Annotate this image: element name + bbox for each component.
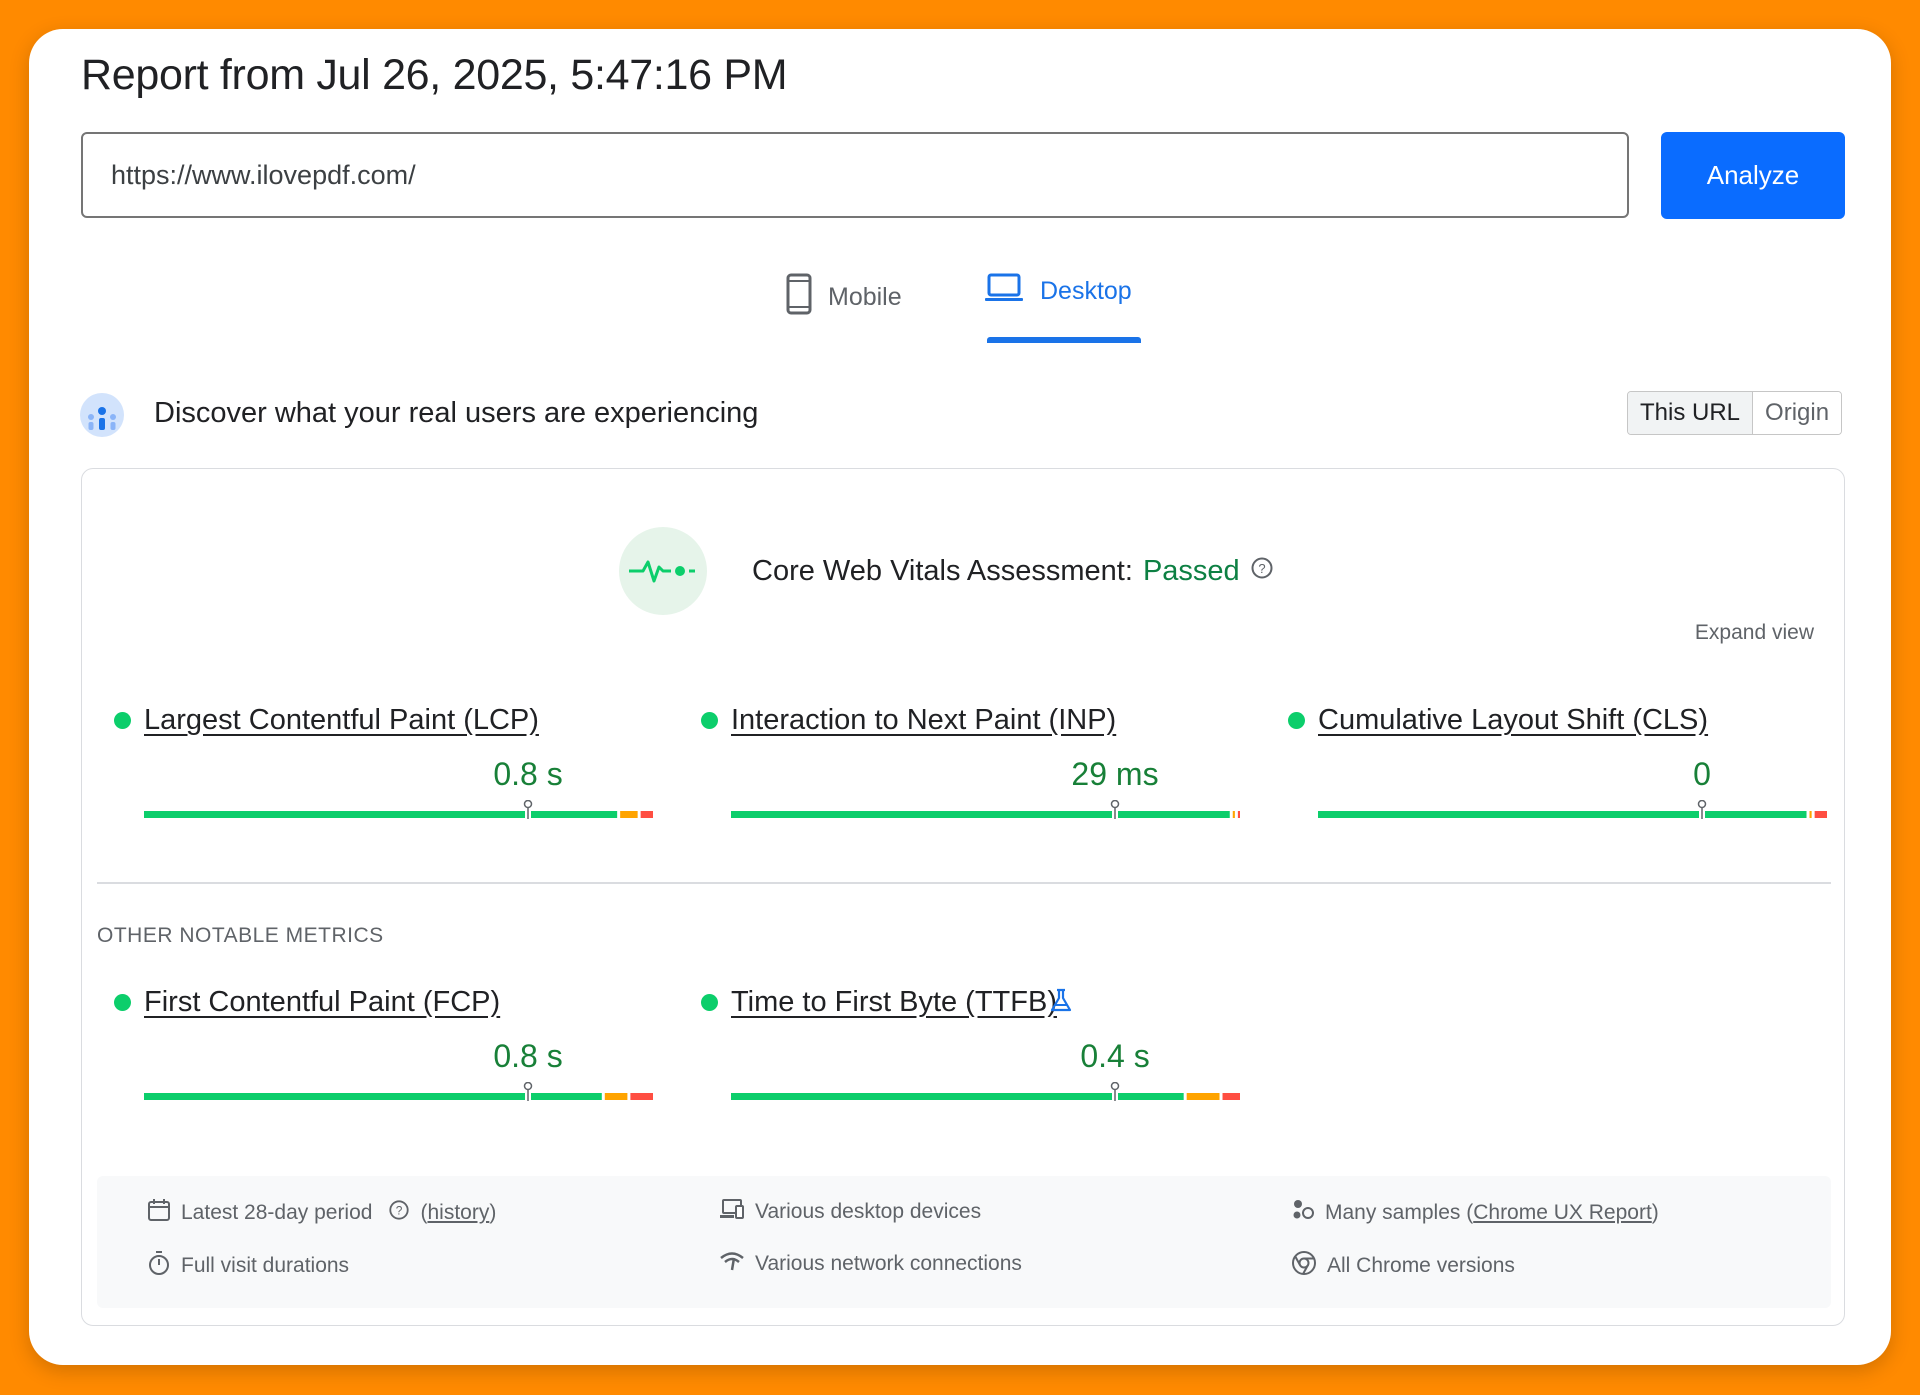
tab-mobile-label: Mobile xyxy=(828,283,902,311)
period-info: Latest 28-day period ? (history) xyxy=(147,1198,496,1228)
tab-desktop-label: Desktop xyxy=(1040,277,1132,305)
url-input[interactable] xyxy=(81,132,1629,218)
poor-segment xyxy=(1222,1093,1240,1100)
metric-core_metrics-0: Largest Contentful Paint (LCP) 0.8 s xyxy=(114,704,653,854)
metric-value: 0.4 s xyxy=(1080,1038,1150,1074)
distribution-bar xyxy=(1318,800,1827,819)
svg-text:?: ? xyxy=(1258,561,1265,576)
svg-text:?: ? xyxy=(396,1204,403,1218)
needs-improvement-segment xyxy=(1232,811,1235,818)
active-tab-indicator xyxy=(987,337,1141,343)
network-info: Various network connections xyxy=(719,1250,1022,1278)
laptop-icon xyxy=(984,273,1024,310)
needs-improvement-segment xyxy=(604,1093,628,1100)
cwv-label: Core Web Vitals Assessment: xyxy=(752,555,1133,587)
url-origin-toggle: This URL Origin xyxy=(1627,391,1843,435)
chrome-icon xyxy=(1291,1250,1317,1282)
cwv-assessment: Core Web Vitals Assessment: Passed ? xyxy=(752,555,1274,588)
metric-value: 29 ms xyxy=(1071,756,1159,792)
devices-icon xyxy=(719,1198,745,1226)
status-dot xyxy=(114,994,131,1011)
chrome-versions-info: All Chrome versions xyxy=(1291,1250,1515,1282)
mobile-phone-icon xyxy=(786,273,812,322)
metric-value: 0 xyxy=(1693,756,1711,792)
status-dot xyxy=(701,712,718,729)
other-metrics-heading: OTHER NOTABLE METRICS xyxy=(97,924,384,947)
metric-other_metrics-0: First Contentful Paint (FCP) 0.8 s xyxy=(114,986,653,1136)
data-info-box: Latest 28-day period ? (history) Full vi… xyxy=(97,1176,1831,1308)
expand-view-link[interactable]: Expand view xyxy=(1695,621,1814,645)
tab-mobile[interactable]: Mobile xyxy=(786,273,902,322)
distribution-bar xyxy=(144,800,653,819)
good-segment xyxy=(144,811,618,818)
durations-info: Full visit durations xyxy=(147,1250,349,1282)
calendar-icon xyxy=(147,1198,171,1228)
samples-icon xyxy=(1291,1198,1315,1228)
divider xyxy=(97,882,1831,884)
metric-value: 0.8 s xyxy=(493,756,563,792)
flask-icon xyxy=(1049,988,1073,1019)
poor-segment xyxy=(1237,811,1240,818)
poor-segment xyxy=(630,1093,653,1100)
help-icon[interactable]: ? xyxy=(1250,555,1274,588)
chrome-versions-text: All Chrome versions xyxy=(1327,1254,1515,1277)
metric-name-link[interactable]: First Contentful Paint (FCP) xyxy=(144,986,500,1019)
chrome-ux-report-link[interactable]: Chrome UX Report xyxy=(1473,1201,1652,1224)
status-dot xyxy=(114,712,131,729)
report-card: Report from Jul 26, 2025, 5:47:16 PM Ana… xyxy=(29,29,1891,1365)
metric-value: 0.8 s xyxy=(493,1038,563,1074)
crux-people-icon xyxy=(79,391,125,444)
network-text: Various network connections xyxy=(755,1252,1022,1275)
help-icon[interactable]: ? xyxy=(388,1199,410,1227)
samples-text: Many samples xyxy=(1325,1201,1461,1224)
analyze-button[interactable]: Analyze xyxy=(1661,132,1845,219)
heartbeat-icon xyxy=(619,527,707,615)
tab-desktop[interactable]: Desktop xyxy=(984,273,1132,310)
poor-segment xyxy=(1814,811,1827,818)
metric-name-link[interactable]: Time to First Byte (TTFB) xyxy=(731,986,1057,1019)
stopwatch-icon xyxy=(147,1250,171,1282)
history-link[interactable]: history xyxy=(427,1201,489,1224)
devices-text: Various desktop devices xyxy=(755,1200,982,1223)
distribution-bar xyxy=(731,800,1240,819)
period-text: Latest 28-day period xyxy=(181,1201,373,1224)
good-segment xyxy=(1318,811,1807,818)
wifi-signal-icon xyxy=(719,1250,745,1278)
good-segment xyxy=(144,1093,602,1100)
needs-improvement-segment xyxy=(1186,1093,1220,1100)
metric-name-link[interactable]: Interaction to Next Paint (INP) xyxy=(731,704,1116,737)
status-dot xyxy=(1288,712,1305,729)
samples-text-wrapper: Many samples (Chrome UX Report) xyxy=(1325,1201,1659,1224)
cwv-status: Passed xyxy=(1142,555,1240,587)
field-data-panel: Core Web Vitals Assessment: Passed ? Exp… xyxy=(81,468,1845,1326)
crux-heading: Discover what your real users are experi… xyxy=(154,397,759,429)
metric-core_metrics-2: Cumulative Layout Shift (CLS) 0 xyxy=(1288,704,1827,854)
this-url-button[interactable]: This URL xyxy=(1628,392,1754,434)
samples-info: Many samples (Chrome UX Report) xyxy=(1291,1198,1659,1228)
history-link-wrapper: (history) xyxy=(420,1201,497,1224)
origin-button[interactable]: Origin xyxy=(1753,392,1842,434)
status-dot xyxy=(701,994,718,1011)
needs-improvement-segment xyxy=(1809,811,1812,818)
good-segment xyxy=(731,811,1230,818)
durations-text: Full visit durations xyxy=(181,1254,350,1277)
poor-segment xyxy=(640,811,653,818)
report-title: Report from Jul 26, 2025, 5:47:16 PM xyxy=(81,51,788,99)
metric-name-link[interactable]: Largest Contentful Paint (LCP) xyxy=(144,704,539,737)
distribution-bar xyxy=(731,1082,1240,1101)
distribution-bar xyxy=(144,1082,653,1101)
needs-improvement-segment xyxy=(620,811,638,818)
metric-name-link[interactable]: Cumulative Layout Shift (CLS) xyxy=(1318,704,1708,737)
devices-info: Various desktop devices xyxy=(719,1198,981,1226)
metric-other_metrics-1: Time to First Byte (TTFB) 0.4 s xyxy=(701,986,1240,1136)
metric-core_metrics-1: Interaction to Next Paint (INP) 29 ms xyxy=(701,704,1240,854)
